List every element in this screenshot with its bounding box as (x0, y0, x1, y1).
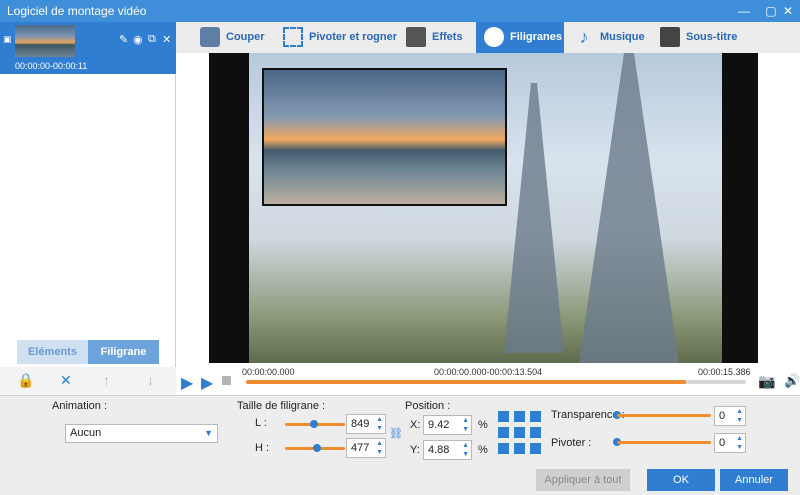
film-reel-icon (484, 27, 504, 48)
toolbar-tabs: Couper Pivoter et rogner Effets Filigran… (176, 22, 800, 53)
window-title: Logiciel de montage vidéo (7, 4, 147, 18)
tab-cut[interactable]: Couper (200, 22, 265, 53)
title-bar: Logiciel de montage vidéo — ▢ ✕ (0, 0, 800, 22)
time-range: 00:00:00.000-00:00:13.504 (434, 367, 543, 377)
clip-thumbnail[interactable] (15, 25, 75, 57)
timeline: ▶ ▶ 00:00:00.000 00:00:00.000-00:00:13.5… (176, 363, 800, 395)
width-label: L : (255, 417, 267, 429)
animation-select[interactable]: Aucun ▼ (65, 424, 218, 443)
delete-icon[interactable]: ✕ (60, 372, 72, 389)
ok-button[interactable]: OK (647, 469, 715, 491)
tab-subtitle[interactable]: Sous-titre (660, 22, 737, 53)
tab-watermark[interactable]: Filigrane (88, 340, 159, 364)
timeline-progress (246, 380, 686, 384)
transparency-field[interactable]: 0 ▲ ▼ (714, 406, 746, 426)
arrow-up-icon[interactable]: ↑ (103, 372, 110, 388)
timeline-track[interactable] (246, 380, 746, 384)
play-icon[interactable]: ▶ (181, 373, 193, 393)
x-label: X: (410, 419, 421, 431)
tab-effects[interactable]: Effets (406, 22, 463, 53)
animation-label: Animation : (52, 400, 108, 412)
y-percent: % (478, 444, 488, 456)
width-field[interactable]: 849 ▲ ▼ (346, 414, 386, 434)
subtitle-icon (660, 27, 680, 48)
x-percent: % (478, 419, 488, 431)
time-start: 00:00:00.000 (242, 367, 295, 377)
eye-icon[interactable]: ◉ (133, 33, 143, 46)
effects-icon (406, 27, 426, 48)
close-icon[interactable]: ✕ (777, 0, 799, 22)
tab-rotate-crop[interactable]: Pivoter et rogner (283, 22, 397, 53)
y-label: Y: (410, 444, 420, 456)
position-label: Position : (405, 400, 451, 412)
left-panel: ▣ 00:00:00-00:00:11 ✎ ◉ ⧉ ✕ Eléments Fil… (0, 22, 176, 395)
tab-elements[interactable]: Eléments (17, 340, 88, 364)
chevron-down-icon: ▼ (204, 428, 213, 438)
transparency-slider[interactable] (617, 414, 711, 417)
film-icon: ▣ (3, 34, 12, 44)
settings-panel: Animation : Aucun ▼ Taille de filigrane :… (0, 395, 800, 495)
height-field[interactable]: 477 ▲ ▼ (346, 438, 386, 458)
stop-icon[interactable] (222, 376, 231, 385)
preview-area: T⊕ ▣⊕ ▶⊕ ✂⊕ ◆ (176, 53, 800, 416)
height-label: H : (255, 442, 270, 454)
tab-watermarks[interactable]: Filigranes (476, 22, 564, 53)
link-icon[interactable]: ⛓ (389, 427, 403, 440)
rotate-label: Pivoter : (551, 437, 592, 449)
position-grid[interactable] (498, 411, 542, 455)
time-end: 00:00:15.386 (698, 367, 751, 377)
camera-icon[interactable]: 📷 (758, 373, 775, 390)
music-note-icon: ♪ (579, 27, 589, 48)
lock-icon[interactable]: 🔒 (17, 372, 34, 389)
height-slider-knob[interactable] (313, 444, 321, 452)
pencil-icon[interactable]: ✎ (119, 33, 128, 46)
apply-all-button[interactable]: Appliquer à tout (536, 469, 630, 491)
play-range-icon[interactable]: ▶ (201, 373, 213, 393)
clip-item[interactable]: ▣ 00:00:00-00:00:11 ✎ ◉ ⧉ ✕ (0, 22, 176, 74)
arrow-down-icon[interactable]: ↓ (147, 372, 154, 388)
crop-icon (283, 27, 303, 48)
width-slider-knob[interactable] (310, 420, 318, 428)
left-tabs: Eléments Filigrane (17, 340, 159, 364)
clip-time: 00:00:00-00:00:11 (15, 61, 88, 71)
minimize-icon[interactable]: — (733, 0, 755, 22)
app-window: Logiciel de montage vidéo — ▢ ✕ ▣ 00:00:… (0, 0, 800, 495)
video-frame[interactable] (209, 53, 758, 363)
rotate-slider[interactable] (617, 441, 711, 444)
rotate-field[interactable]: 0 ▲ ▼ (714, 433, 746, 453)
scissors-icon (200, 27, 220, 48)
delete-icon[interactable]: ✕ (162, 33, 171, 46)
size-label: Taille de filigrane : (237, 400, 326, 412)
volume-icon[interactable]: 🔊 (784, 373, 800, 389)
tab-music[interactable]: ♪ Musique (574, 22, 645, 53)
cancel-button[interactable]: Annuler (720, 469, 788, 491)
x-field[interactable]: 9.42 ▲ ▼ (423, 415, 472, 435)
left-toolbar: 🔒 ✕ ↑ ↓ (0, 367, 176, 395)
y-field[interactable]: 4.88 ▲ ▼ (423, 440, 472, 460)
copy-icon[interactable]: ⧉ (148, 33, 156, 46)
watermark-image[interactable] (262, 68, 507, 206)
